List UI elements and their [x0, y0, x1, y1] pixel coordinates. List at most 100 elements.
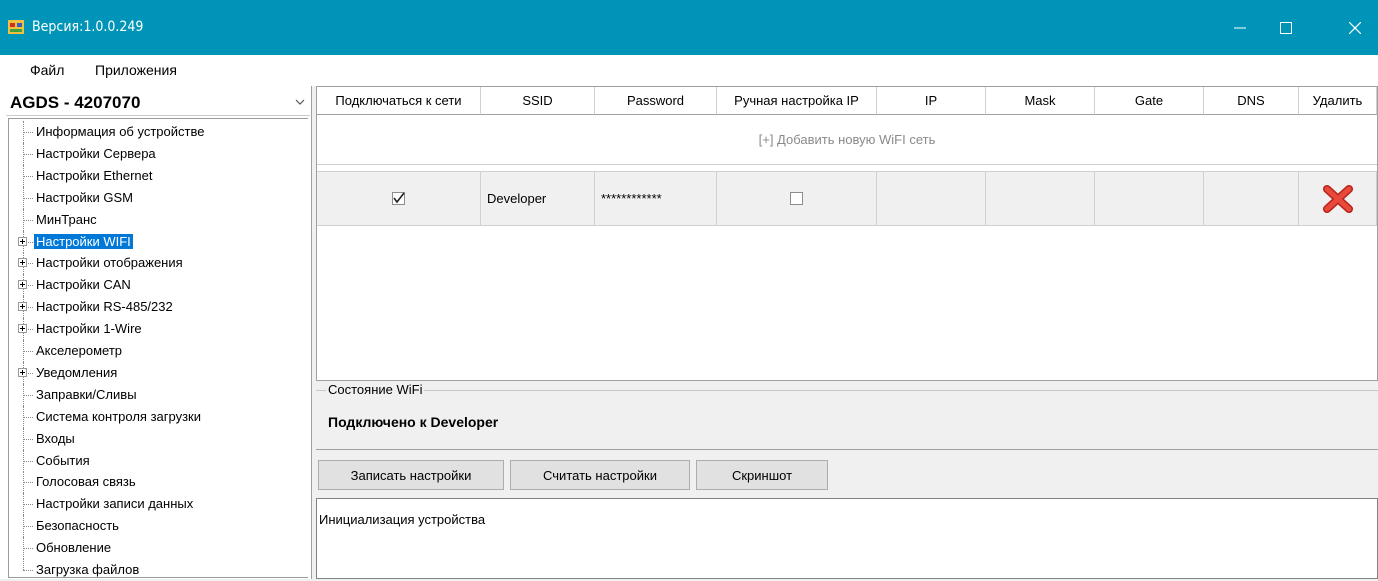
cell-delete[interactable]: [1299, 171, 1377, 226]
maximize-button[interactable]: [1263, 0, 1309, 55]
tree-item[interactable]: Настройки CAN: [9, 274, 305, 297]
column-header-password[interactable]: Password: [595, 87, 717, 115]
tree-connector: [23, 504, 33, 506]
tree-connector: [23, 416, 33, 418]
column-header-mask[interactable]: Mask: [986, 87, 1095, 115]
log-text: Инициализация устройства: [319, 512, 486, 527]
cell-password[interactable]: ************: [595, 171, 717, 226]
maximize-icon: [1280, 21, 1292, 34]
tree-item[interactable]: Настройки WIFI: [9, 230, 305, 253]
menu-file[interactable]: Файл: [30, 62, 64, 78]
menu-bar: Файл Приложения: [0, 55, 1378, 86]
tree-item[interactable]: Настройки отображения: [9, 252, 305, 275]
column-header-delete[interactable]: Удалить: [1299, 87, 1377, 115]
tree-connector: [23, 548, 33, 550]
tree-item[interactable]: Настройки записи данных: [9, 493, 305, 516]
tree-connector: [23, 559, 24, 570]
tree-item[interactable]: Заправки/Сливы: [9, 383, 305, 406]
expand-plus-icon[interactable]: [18, 258, 27, 268]
title-bar: Версия:1.0.0.249: [0, 0, 1378, 55]
wifi-state-legend: Состояние WiFi: [326, 382, 425, 397]
tree-connector: [23, 132, 33, 133]
tree-item-label: Настройки Ethernet: [36, 167, 153, 183]
tree-item-label: Безопасность: [36, 518, 119, 534]
tree-item-label: Настройки CAN: [36, 277, 131, 293]
tree-item[interactable]: События: [9, 449, 305, 472]
tree-connector: [23, 175, 33, 177]
expand-plus-icon[interactable]: [18, 280, 27, 290]
connect-checkbox[interactable]: [392, 192, 405, 205]
tree-item-label: Настройки GSM: [36, 189, 133, 205]
tree-item-label: Загрузка файлов: [36, 562, 140, 577]
expand-plus-icon[interactable]: [18, 367, 27, 377]
tree-item-label: Настройки WIFI: [34, 233, 133, 249]
chevron-down-icon: [295, 99, 305, 105]
tree-item[interactable]: Настройки Сервера: [9, 142, 305, 165]
tree-item-label: Настройки Сервера: [36, 145, 156, 161]
column-header-dns[interactable]: DNS: [1204, 87, 1299, 115]
tree-item-label: Обновление: [36, 540, 112, 556]
menu-apps[interactable]: Приложения: [95, 62, 177, 78]
tree-item-label: МинТранс: [36, 211, 97, 227]
tree-item-label: Информация об устройстве: [36, 124, 205, 139]
tree-item[interactable]: Загрузка файлов: [9, 559, 305, 581]
tree-connector: [23, 482, 33, 484]
tree-item[interactable]: Входы: [9, 427, 305, 450]
tree-item[interactable]: МинТранс: [9, 208, 305, 231]
tree-item[interactable]: Настройки 1-Wire: [9, 318, 305, 341]
tree-item-label: Акселерометр: [36, 343, 122, 358]
tree-item-label: Настройки отображения: [36, 255, 183, 271]
tree-connector: [23, 394, 33, 396]
cell-mask[interactable]: [986, 171, 1095, 226]
cell-ip[interactable]: [877, 171, 986, 226]
cell-ssid[interactable]: Developer: [481, 171, 595, 226]
tree-item[interactable]: Настройки GSM: [9, 186, 305, 209]
device-dropdown-value: AGDS - 4207070: [10, 93, 141, 112]
tree-item-label: Голосовая связь: [36, 474, 136, 490]
tree-connector: [23, 526, 33, 528]
expand-plus-icon[interactable]: [18, 236, 27, 246]
tree-connector: [23, 351, 33, 352]
screenshot-button[interactable]: Скриншот: [696, 460, 828, 490]
tree-connector: [23, 460, 33, 462]
column-header-connect[interactable]: Подключаться к сети: [317, 87, 481, 115]
main-panel: Подключаться к сети SSID Password Ручная…: [314, 86, 1378, 579]
tree-item-label: Настройки 1-Wire: [36, 321, 142, 337]
delete-x-icon[interactable]: [1321, 184, 1355, 214]
expand-plus-icon[interactable]: [18, 324, 27, 334]
add-wifi-network-row[interactable]: [+] Добавить новую WiFI сеть: [317, 115, 1377, 165]
column-header-manual-ip[interactable]: Ручная настройка IP: [717, 87, 877, 115]
window-title: Версия:1.0.0.249: [32, 19, 144, 35]
tree-item-label: Настройки RS-485/232: [36, 299, 173, 315]
cell-dns[interactable]: [1204, 171, 1299, 226]
cell-gate[interactable]: [1095, 171, 1204, 226]
column-header-ssid[interactable]: SSID: [481, 87, 595, 115]
tree-item[interactable]: Настройки RS-485/232: [9, 296, 305, 319]
tree-item[interactable]: Голосовая связь: [9, 471, 305, 494]
column-header-ip[interactable]: IP: [877, 87, 986, 115]
tree-item[interactable]: Безопасность: [9, 515, 305, 538]
tree-item-label: Входы: [36, 430, 75, 446]
close-button[interactable]: [1332, 0, 1378, 55]
tree-item[interactable]: Акселерометр: [9, 340, 305, 362]
tree-item[interactable]: Система контроля загрузки: [9, 405, 305, 428]
manual-ip-checkbox[interactable]: [790, 192, 803, 205]
tree-item[interactable]: Обновление: [9, 537, 305, 560]
tree-item-label: Система контроля загрузки: [36, 408, 202, 424]
app-icon: [8, 20, 24, 34]
device-dropdown[interactable]: AGDS - 4207070: [6, 89, 310, 116]
tree-connector: [23, 197, 33, 199]
cell-connect[interactable]: [317, 171, 481, 226]
cell-manual-ip[interactable]: [717, 171, 877, 226]
column-header-gate[interactable]: Gate: [1095, 87, 1204, 115]
tree-item[interactable]: Информация об устройстве: [9, 121, 305, 143]
tree-item[interactable]: Уведомления: [9, 361, 305, 384]
minimize-button[interactable]: [1217, 0, 1263, 55]
write-settings-button[interactable]: Записать настройки: [318, 460, 504, 490]
read-settings-button[interactable]: Считать настройки: [510, 460, 690, 490]
log-textarea[interactable]: Инициализация устройства: [316, 498, 1378, 579]
tree-item[interactable]: Настройки Ethernet: [9, 164, 305, 187]
tree-connector: [23, 570, 33, 571]
expand-plus-icon[interactable]: [18, 302, 27, 312]
left-panel: AGDS - 4207070 Информация об устройстве Н…: [0, 86, 312, 579]
